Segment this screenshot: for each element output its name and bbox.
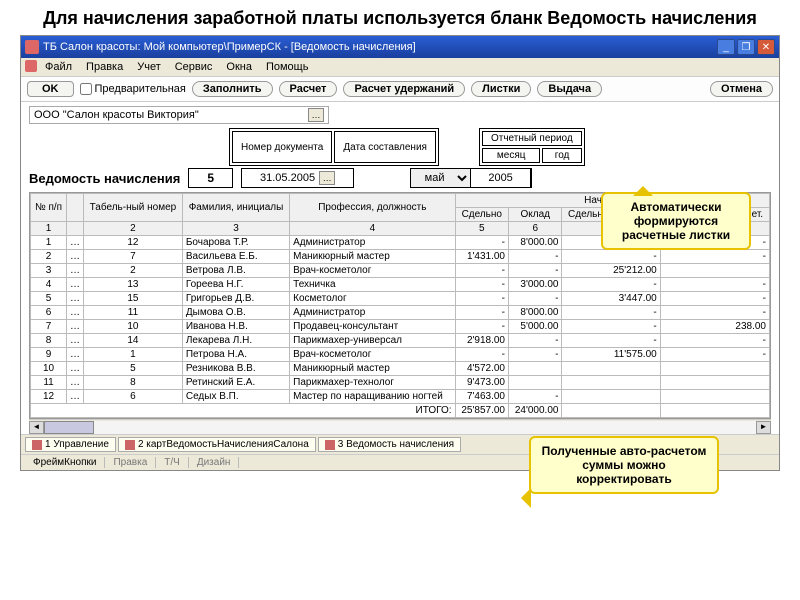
payout-button[interactable]: Выдача — [537, 81, 602, 97]
close-button[interactable]: ✕ — [757, 39, 775, 55]
menu-edit[interactable]: Правка — [80, 60, 129, 74]
row-picker-button[interactable]: … — [67, 306, 84, 320]
totals-label: ИТОГО: — [31, 404, 456, 418]
menubar: Файл Правка Учет Сервис Окна Помощь — [21, 58, 779, 77]
total-piece: 25'857.00 — [455, 404, 508, 418]
table-row[interactable]: 10…5Резникова В.В.Маникюрный мастер4'572… — [31, 362, 770, 376]
table-row[interactable]: 4…13Гореева Н.Г.Техничка-3'000.00-- — [31, 278, 770, 292]
fill-button[interactable]: Заполнить — [192, 81, 273, 97]
period-selector[interactable]: май — [410, 168, 532, 188]
slide-title: Для начисления заработной платы использу… — [0, 0, 800, 35]
menu-file[interactable]: Файл — [39, 60, 78, 74]
doc-date[interactable]: 31.05.2005… — [241, 168, 354, 188]
preliminary-checkbox[interactable]: Предварительная — [80, 83, 186, 95]
row-picker-button[interactable]: … — [67, 334, 84, 348]
horizontal-scrollbar[interactable]: ◄ ► — [29, 419, 771, 434]
doc-header-box: Номер документаДата составления — [229, 128, 439, 166]
table-row[interactable]: 3…2Ветрова Л.В.Врач-косметолог--25'212.0… — [31, 264, 770, 278]
period-header-box: Отчетный период месяцгод — [479, 128, 585, 166]
callout-editable: Полученные авто-расчетом суммы можно кор… — [529, 436, 719, 494]
table-row[interactable]: 7…10Иванова Н.В.Продавец-консультант-5'0… — [31, 320, 770, 334]
table-row[interactable]: 6…11Дымова О.В.Администратор-8'000.00-- — [31, 306, 770, 320]
table-row[interactable]: 5…15Григорьев Д.В.Косметолог--3'447.00- — [31, 292, 770, 306]
tab-icon — [325, 440, 335, 450]
table-row[interactable]: 9…1Петрова Н.А.Врач-косметолог--11'575.0… — [31, 348, 770, 362]
scroll-right-button[interactable]: ► — [756, 421, 771, 434]
org-picker-button[interactable]: … — [308, 108, 324, 122]
content-area: ООО "Салон красоты Виктория" … Номер док… — [21, 102, 779, 434]
table-row[interactable]: 12…6Седых В.П.Мастер по наращиванию ногт… — [31, 390, 770, 404]
cancel-button[interactable]: Отмена — [710, 81, 773, 97]
calc-button[interactable]: Расчет — [279, 81, 338, 97]
row-picker-button[interactable]: … — [67, 292, 84, 306]
app-icon — [25, 40, 39, 54]
total-salary: 24'000.00 — [509, 404, 562, 418]
table-row[interactable]: 2…7Васильева Е.Б.Маникюрный мастер1'431.… — [31, 250, 770, 264]
scroll-thumb[interactable] — [44, 421, 94, 434]
menu-help[interactable]: Помощь — [260, 60, 315, 74]
row-picker-button[interactable]: … — [67, 250, 84, 264]
row-picker-button[interactable]: … — [67, 264, 84, 278]
date-picker-button[interactable]: … — [319, 171, 335, 185]
tab-icon — [32, 440, 42, 450]
tab-icon — [125, 440, 135, 450]
table-row[interactable]: 8…14Лекарева Л.Н.Парикмахер-универсал2'9… — [31, 334, 770, 348]
menu-icon — [25, 60, 37, 72]
tab-payroll-sheet[interactable]: 3 Ведомость начисления — [318, 437, 461, 452]
table-row[interactable]: 11…8Ретинский Е.А.Парикмахер-технолог9'4… — [31, 376, 770, 390]
menu-service[interactable]: Сервис — [169, 60, 219, 74]
tab-sheet-card[interactable]: 2 картВедомостьНачисленияСалона — [118, 437, 316, 452]
app-window: ТБ Салон красоты: Мой компьютер\ПримерСК… — [20, 35, 780, 471]
menu-accounting[interactable]: Учет — [131, 60, 167, 74]
callout-payslips: Автоматически формируются расчетные лист… — [601, 192, 751, 250]
menu-windows[interactable]: Окна — [220, 60, 258, 74]
tab-management[interactable]: 1 Управление — [25, 437, 116, 452]
toolbar: OK Предварительная Заполнить Расчет Расч… — [21, 77, 779, 102]
minimize-button[interactable]: _ — [717, 39, 735, 55]
scroll-left-button[interactable]: ◄ — [29, 421, 44, 434]
doc-number[interactable]: 5 — [188, 168, 233, 188]
row-picker-button[interactable]: … — [67, 320, 84, 334]
year-input[interactable] — [471, 169, 531, 187]
row-picker-button[interactable]: … — [67, 376, 84, 390]
month-select[interactable]: май — [411, 169, 471, 187]
window-title: ТБ Салон красоты: Мой компьютер\ПримерСК… — [43, 41, 416, 53]
row-picker-button[interactable]: … — [67, 278, 84, 292]
org-field[interactable]: ООО "Салон красоты Виктория" … — [29, 106, 329, 124]
maximize-button[interactable]: ❐ — [737, 39, 755, 55]
ok-button[interactable]: OK — [27, 81, 74, 97]
row-picker-button[interactable]: … — [67, 236, 84, 250]
titlebar: ТБ Салон красоты: Мой компьютер\ПримерСК… — [21, 36, 779, 58]
row-picker-button[interactable]: … — [67, 348, 84, 362]
row-picker-button[interactable]: … — [67, 390, 84, 404]
doc-title: Ведомость начисления — [29, 171, 180, 186]
calc-deductions-button[interactable]: Расчет удержаний — [343, 81, 465, 97]
slips-button[interactable]: Листки — [471, 81, 531, 97]
row-picker-button[interactable]: … — [67, 362, 84, 376]
